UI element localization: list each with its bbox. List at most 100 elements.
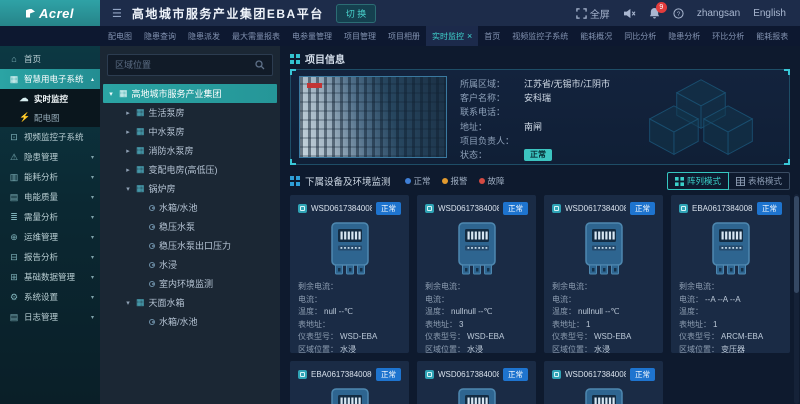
search-box[interactable] — [107, 54, 273, 76]
sidebar-item[interactable]: ▦智慧用电子系统▴ — [0, 69, 100, 89]
hazard-icon: ⚠ — [9, 152, 19, 163]
tab-item[interactable]: 配电图 — [102, 26, 138, 46]
caret-down-icon[interactable]: ▾ — [124, 299, 132, 307]
project-photo — [299, 76, 447, 158]
menu-toggle-icon[interactable]: ☰ — [112, 7, 122, 20]
search-icon[interactable] — [255, 60, 265, 70]
caret-right-icon[interactable]: ▸ — [124, 109, 132, 117]
device-card[interactable]: WSD06173840084 正常 — [544, 361, 663, 404]
tree-node[interactable]: 水箱/水池 — [107, 312, 273, 331]
device-id: WSD06173840081 — [311, 204, 372, 213]
tree-node[interactable]: ▸▦消防水泵房 — [107, 141, 273, 160]
device-field-row: 表地址：1 — [679, 319, 782, 332]
sidebar-item[interactable]: ▤电能质量▾ — [0, 187, 100, 207]
caret-right-icon[interactable]: ▸ — [124, 166, 132, 174]
sidebar-item[interactable]: ▥能耗分析▾ — [0, 167, 100, 187]
scrollbar-thumb[interactable] — [794, 196, 799, 293]
sidebar-item[interactable]: ⊟报告分析▾ — [0, 247, 100, 267]
device-card-header: WSD06173840084 正常 — [425, 202, 528, 215]
field-value: 水浸 — [594, 345, 610, 354]
sidebar-item-label: 日志管理 — [24, 311, 58, 323]
sidebar-item[interactable]: ⌂首页 — [0, 49, 100, 69]
chevron-down-icon: ▾ — [91, 214, 94, 221]
sidebar-item[interactable]: ⊕运维管理▾ — [0, 227, 100, 247]
sidebar-item[interactable]: ☁实时监控 — [0, 89, 100, 108]
tree-node[interactable]: 水浸 — [107, 255, 273, 274]
sidebar-item[interactable]: ⊡视频监控子系统 — [0, 127, 100, 147]
sidebar-item-label: 系统设置 — [24, 291, 58, 303]
field-label: 仪表型号： — [679, 332, 719, 341]
tree-node[interactable]: 水箱/水池 — [107, 198, 273, 217]
tab-item[interactable]: 项目相册 — [382, 26, 426, 46]
meter-device-icon — [324, 387, 376, 404]
tab-item[interactable]: 视频监控子系统 — [506, 26, 574, 46]
logo[interactable]: Acrel — [0, 0, 100, 26]
tree-node[interactable]: ▾▦天面水箱 — [107, 293, 273, 312]
tree-node[interactable]: 室内环境监测 — [107, 274, 273, 293]
device-field-row: 剩余电流： — [679, 281, 782, 294]
sidebar-item[interactable]: ⚠隐患管理▾ — [0, 147, 100, 167]
device-card[interactable]: WSD06173840084 正常 — [417, 361, 536, 404]
tree-node[interactable]: 稳压水泵 — [107, 217, 273, 236]
fullscreen-button[interactable]: 全屏 — [576, 6, 610, 21]
sidebar-submenu: ☁实时监控⚡配电图 — [0, 89, 100, 127]
grid-mode-button[interactable]: 阵列模式 — [667, 172, 729, 190]
sidebar-item[interactable]: ⚙系统设置▾ — [0, 287, 100, 307]
caret-down-icon[interactable]: ▾ — [107, 90, 115, 98]
scrollbar[interactable] — [794, 194, 799, 404]
tab-item[interactable]: 隐患派发 — [182, 26, 226, 46]
sidebar-item[interactable]: ⊞基础数据管理▾ — [0, 267, 100, 287]
sidebar-item-label: 实时监控 — [34, 93, 68, 105]
sidebar-item-label: 能耗分析 — [24, 171, 58, 183]
sidebar-item[interactable]: ⚡配电图 — [0, 108, 100, 127]
field-label: 状态： — [460, 148, 524, 162]
mute-button[interactable] — [623, 8, 636, 19]
tab-item[interactable]: 实时监控× — [426, 26, 478, 46]
tab-item[interactable]: 同比分析 — [618, 26, 662, 46]
device-card[interactable]: WSD06173840081 正常 剩余电流：电流：温度：null --℃表地址… — [290, 195, 409, 353]
tree-node[interactable]: ▸▦生活泵房 — [107, 103, 273, 122]
tree-node[interactable]: 稳压水泵出口压力 — [107, 236, 273, 255]
fullscreen-icon — [576, 8, 587, 19]
tab-item[interactable]: 隐患查询 — [138, 26, 182, 46]
tab-item[interactable]: 最大需量报表 — [226, 26, 286, 46]
sidebar-item-label: 隐患管理 — [24, 151, 58, 163]
close-icon[interactable]: × — [467, 32, 472, 41]
tab-item[interactable]: 能耗报表 — [750, 26, 794, 46]
language-switch[interactable]: English — [753, 8, 786, 19]
notifications-button[interactable]: 9 — [649, 7, 660, 19]
table-mode-button[interactable]: 表格模式 — [729, 172, 790, 190]
tree-node[interactable]: ▾▦锅炉房 — [107, 179, 273, 198]
switch-project-button[interactable]: 切 换 — [336, 4, 377, 23]
username[interactable]: zhangsan — [697, 8, 740, 19]
tree-node[interactable]: ▸▦变配电房(高低压) — [107, 160, 273, 179]
tab-item[interactable]: 环比分析 — [706, 26, 750, 46]
field-label: 剩余电流： — [425, 282, 465, 291]
building-icon: ▦ — [119, 88, 128, 99]
device-card[interactable]: EBA06173840080 正常 — [290, 361, 409, 404]
tab-item[interactable]: 隐患分析 — [662, 26, 706, 46]
device-card[interactable]: WSD06173840084 正常 剩余电流：电流：温度：nullnull --… — [544, 195, 663, 353]
help-button[interactable]: ? — [673, 8, 684, 19]
caret-right-icon[interactable]: ▸ — [124, 128, 132, 136]
tab-item[interactable]: 能耗预测 — [794, 26, 800, 46]
tab-item[interactable]: 项目管理 — [338, 26, 382, 46]
device-card[interactable]: WSD06173840084 正常 剩余电流：电流：温度：nullnull --… — [417, 195, 536, 353]
field-label: 剩余电流： — [552, 282, 592, 291]
legend-item: 故障 — [479, 175, 505, 187]
caret-down-icon[interactable]: ▾ — [124, 185, 132, 193]
sidebar-item[interactable]: ▤日志管理▾ — [0, 307, 100, 327]
sidebar-item[interactable]: ≣需量分析▾ — [0, 207, 100, 227]
energy-analysis-icon: ▥ — [9, 172, 19, 183]
device-field-row: 仪表型号：WSD-EBA — [425, 331, 528, 344]
tree-node[interactable]: ▾▦高地城市服务产业集团 — [103, 84, 277, 103]
caret-right-icon[interactable]: ▸ — [124, 147, 132, 155]
tab-item[interactable]: 首页 — [478, 26, 506, 46]
tab-label: 最大需量报表 — [232, 31, 280, 42]
tab-item[interactable]: 能耗概况 — [574, 26, 618, 46]
device-field-row: 区域位置：水浸 — [425, 344, 528, 357]
search-input[interactable] — [115, 60, 251, 70]
tab-item[interactable]: 电参量管理 — [286, 26, 338, 46]
device-card[interactable]: EBA06173840082 正常 剩余电流：电流：--A --A --A温度：… — [671, 195, 790, 353]
tree-node[interactable]: ▸▦中水泵房 — [107, 122, 273, 141]
